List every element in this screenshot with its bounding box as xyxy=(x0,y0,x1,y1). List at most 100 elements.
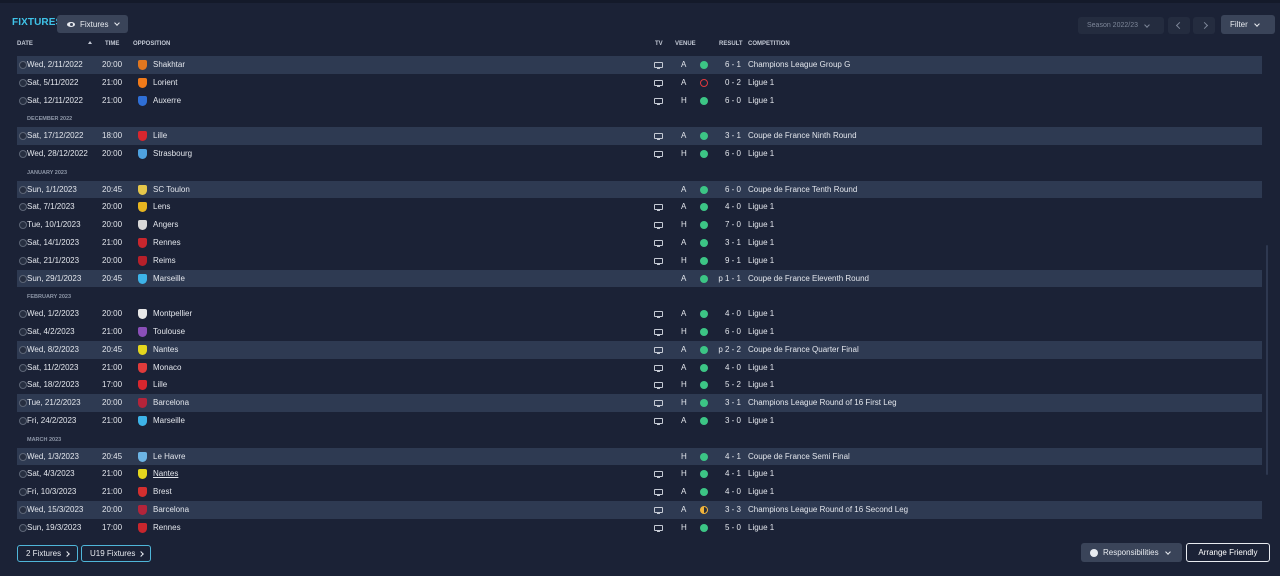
opponent-name[interactable]: Rennes xyxy=(153,238,181,247)
competition-name[interactable]: Coupe de France Quarter Final xyxy=(748,345,859,354)
col-competition[interactable]: COMPETITION xyxy=(748,41,790,47)
fixture-row[interactable]: Sat, 18/2/2023 17:00 Lille H 5 - 2 Ligue 1 xyxy=(17,376,1262,394)
result-score[interactable]: 4 - 0 xyxy=(725,309,741,318)
match-status-icon[interactable] xyxy=(19,452,27,461)
fixture-row[interactable]: Wed, 8/2/2023 20:45 Nantes Ap 2 - 2 Coupe de… xyxy=(17,340,1262,359)
fixture-row[interactable]: Tue, 21/2/2023 20:00 Barcelona H 3 - 1 Champi… xyxy=(17,394,1262,412)
col-venue[interactable]: VENUE xyxy=(675,41,696,47)
match-status-icon[interactable] xyxy=(19,505,27,514)
fixture-row[interactable]: Tue, 10/1/2023 20:00 Angers H 7 - 0 Ligue 1 xyxy=(17,216,1262,234)
result-score[interactable]: 3 - 1 xyxy=(725,398,741,407)
arrange-friendly-button[interactable]: Arrange Friendly xyxy=(1186,543,1270,562)
fixture-row[interactable]: Sat, 14/1/2023 21:00 Rennes A 3 - 1 Ligue 1 xyxy=(17,234,1262,252)
competition-name[interactable]: Ligue 1 xyxy=(748,523,774,532)
opponent-name[interactable]: Lens xyxy=(153,202,170,211)
match-status-icon[interactable] xyxy=(19,203,27,212)
competition-name[interactable]: Ligue 1 xyxy=(748,487,774,496)
opponent-name[interactable]: Lille xyxy=(153,380,167,389)
fixture-row[interactable]: Sun, 1/1/2023 20:45 SC Toulon A 6 - 0 Coupe d… xyxy=(17,180,1262,199)
match-status-icon[interactable] xyxy=(19,363,27,372)
opponent-name[interactable]: Montpellier xyxy=(153,309,192,318)
fixture-row[interactable]: Sun, 19/3/2023 17:00 Rennes H 5 - 0 Ligue 1 xyxy=(17,519,1262,537)
next-season-button[interactable] xyxy=(1193,17,1215,34)
competition-name[interactable]: Ligue 1 xyxy=(748,78,774,87)
match-status-icon[interactable] xyxy=(19,132,27,141)
fixture-row[interactable]: Wed, 1/3/2023 20:45 Le Havre H 4 - 1 Coupe de… xyxy=(17,447,1262,466)
fixture-row[interactable]: Wed, 2/11/2022 20:00 Shakhtar A 6 - 1 Champio… xyxy=(17,56,1262,74)
match-status-icon[interactable] xyxy=(19,221,27,230)
match-status-icon[interactable] xyxy=(19,523,27,532)
opponent-name[interactable]: Nantes xyxy=(153,469,178,478)
fixture-row[interactable]: Sat, 17/12/2022 18:00 Lille A 3 - 1 Coupe de … xyxy=(17,127,1262,145)
opponent-name[interactable]: Reims xyxy=(153,256,176,265)
scrollbar[interactable] xyxy=(1266,245,1268,475)
competition-name[interactable]: Ligue 1 xyxy=(748,238,774,247)
match-status-icon[interactable] xyxy=(19,470,27,479)
match-status-icon[interactable] xyxy=(19,416,27,425)
opponent-name[interactable]: SC Toulon xyxy=(153,185,190,194)
match-status-icon[interactable] xyxy=(19,399,27,408)
match-status-icon[interactable] xyxy=(19,274,27,283)
fixture-row[interactable]: Sat, 21/1/2023 20:00 Reims H 9 - 1 Ligue 1 xyxy=(17,252,1262,270)
fixture-row[interactable]: Sat, 12/11/2022 21:00 Auxerre H 6 - 0 Ligue 1 xyxy=(17,92,1262,110)
result-score[interactable]: 6 - 0 xyxy=(725,96,741,105)
season-dropdown[interactable]: Season 2022/23 xyxy=(1078,17,1164,34)
match-status-icon[interactable] xyxy=(19,310,27,319)
match-status-icon[interactable] xyxy=(19,96,27,105)
match-status-icon[interactable] xyxy=(19,256,27,265)
fixture-row[interactable]: Wed, 28/12/2022 20:00 Strasbourg H 6 - 0 Ligu… xyxy=(17,145,1262,163)
opponent-name[interactable]: Angers xyxy=(153,220,178,229)
fixture-row[interactable]: Sat, 7/1/2023 20:00 Lens A 4 - 0 Ligue 1 xyxy=(17,198,1262,216)
result-score[interactable]: p 2 - 2 xyxy=(718,345,741,354)
result-score[interactable]: 3 - 3 xyxy=(725,505,741,514)
fixture-row[interactable]: Sat, 4/3/2023 21:00 Nantes H 4 - 1 Ligue 1 xyxy=(17,465,1262,483)
match-status-icon[interactable] xyxy=(19,185,27,194)
opponent-name[interactable]: Strasbourg xyxy=(153,149,192,158)
opponent-name[interactable]: Lorient xyxy=(153,78,177,87)
competition-name[interactable]: Champions League Round of 16 First Leg xyxy=(748,398,897,407)
competition-name[interactable]: Coupe de France Eleventh Round xyxy=(748,274,869,283)
col-result[interactable]: RESULT xyxy=(719,41,743,47)
fixture-row[interactable]: Wed, 15/3/2023 20:00 Barcelona A 3 - 3 Champi… xyxy=(17,500,1262,519)
result-score[interactable]: 0 - 2 xyxy=(725,78,741,87)
fixture-row[interactable]: Sat, 5/11/2022 21:00 Lorient A 0 - 2 Ligue 1 xyxy=(17,74,1262,92)
match-status-icon[interactable] xyxy=(19,327,27,336)
match-status-icon[interactable] xyxy=(19,488,27,497)
col-tv[interactable]: TV xyxy=(655,41,663,47)
opponent-name[interactable]: Brest xyxy=(153,487,172,496)
result-score[interactable]: 5 - 2 xyxy=(725,380,741,389)
view-dropdown[interactable]: Fixtures xyxy=(57,15,128,33)
competition-name[interactable]: Coupe de France Ninth Round xyxy=(748,131,857,140)
result-score[interactable]: 7 - 0 xyxy=(725,220,741,229)
opponent-name[interactable]: Le Havre xyxy=(153,452,185,461)
competition-name[interactable]: Ligue 1 xyxy=(748,256,774,265)
result-score[interactable]: 3 - 1 xyxy=(725,238,741,247)
match-status-icon[interactable] xyxy=(19,381,27,390)
opponent-name[interactable]: Marseille xyxy=(153,274,185,283)
previous-season-button[interactable] xyxy=(1168,17,1190,34)
opponent-name[interactable]: Nantes xyxy=(153,345,178,354)
result-score[interactable]: 3 - 0 xyxy=(725,416,741,425)
competition-name[interactable]: Ligue 1 xyxy=(748,416,774,425)
fixture-row[interactable]: Sun, 29/1/2023 20:45 Marseille Ap 1 - 1 Coup… xyxy=(17,269,1262,288)
result-score[interactable]: 4 - 0 xyxy=(725,202,741,211)
competition-name[interactable]: Ligue 1 xyxy=(748,220,774,229)
fixture-row[interactable]: Wed, 1/2/2023 20:00 Montpellier A 4 - 0 Ligue… xyxy=(17,305,1262,323)
competition-name[interactable]: Ligue 1 xyxy=(748,309,774,318)
match-status-icon[interactable] xyxy=(19,345,27,354)
match-status-icon[interactable] xyxy=(19,78,27,87)
competition-name[interactable]: Ligue 1 xyxy=(748,327,774,336)
opponent-name[interactable]: Barcelona xyxy=(153,505,189,514)
opponent-name[interactable]: Barcelona xyxy=(153,398,189,407)
opponent-name[interactable]: Marseille xyxy=(153,416,185,425)
result-score[interactable]: p 1 - 1 xyxy=(718,274,741,283)
competition-name[interactable]: Ligue 1 xyxy=(748,96,774,105)
tab-2-fixtures[interactable]: 2 Fixtures xyxy=(17,545,78,562)
match-status-icon[interactable] xyxy=(19,238,27,247)
fixture-row[interactable]: Fri, 24/2/2023 21:00 Marseille A 3 - 0 Ligue … xyxy=(17,412,1262,430)
responsibilities-button[interactable]: Responsibilities xyxy=(1081,543,1182,562)
competition-name[interactable]: Ligue 1 xyxy=(748,469,774,478)
result-score[interactable]: 5 - 0 xyxy=(725,523,741,532)
opponent-name[interactable]: Auxerre xyxy=(153,96,181,105)
fixture-row[interactable]: Fri, 10/3/2023 21:00 Brest A 4 - 0 Ligue 1 xyxy=(17,483,1262,501)
